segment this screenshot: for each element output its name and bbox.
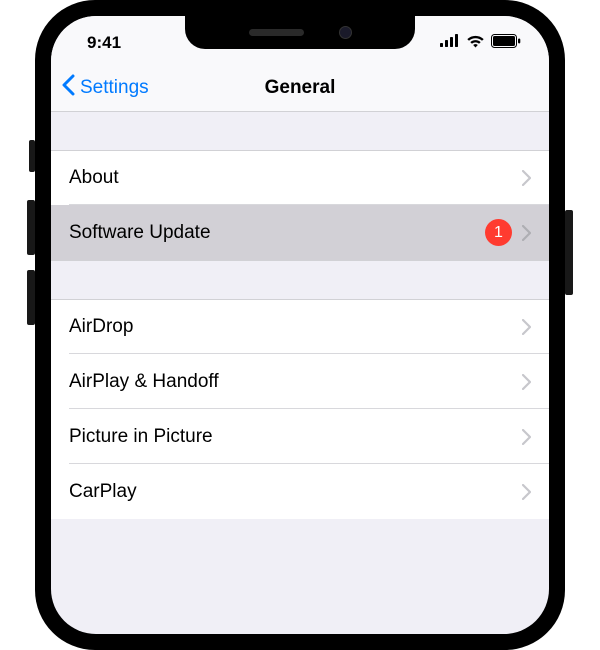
power-button[interactable]	[565, 210, 573, 295]
row-airdrop[interactable]: AirDrop	[51, 299, 549, 354]
chevron-right-icon	[522, 484, 531, 500]
row-airplay-handoff[interactable]: AirPlay & Handoff	[51, 354, 549, 409]
row-label: CarPlay	[69, 481, 522, 503]
battery-icon	[491, 34, 521, 53]
notification-badge: 1	[485, 219, 512, 246]
row-about[interactable]: About	[51, 150, 549, 205]
chevron-left-icon	[61, 74, 76, 102]
chevron-right-icon	[522, 170, 531, 186]
status-time: 9:41	[87, 33, 121, 53]
chevron-right-icon	[522, 319, 531, 335]
back-button[interactable]: Settings	[61, 74, 149, 102]
group-spacer	[51, 112, 549, 150]
row-label: AirPlay & Handoff	[69, 371, 522, 393]
status-icons	[440, 34, 521, 53]
wifi-icon	[466, 34, 485, 53]
row-label: AirDrop	[69, 316, 522, 338]
back-label: Settings	[80, 77, 149, 99]
cellular-icon	[440, 34, 460, 52]
chevron-right-icon	[522, 225, 531, 241]
content: About Software Update 1 AirDrop	[51, 112, 549, 519]
row-label: Picture in Picture	[69, 426, 522, 448]
phone-frame: 9:41	[35, 0, 565, 650]
nav-bar: Settings General	[51, 64, 549, 112]
row-carplay[interactable]: CarPlay	[51, 464, 549, 519]
group-spacer	[51, 261, 549, 299]
speaker-grille	[249, 29, 304, 36]
row-label: About	[69, 167, 522, 189]
volume-up-button[interactable]	[27, 200, 35, 255]
volume-down-button[interactable]	[27, 270, 35, 325]
row-label: Software Update	[69, 222, 485, 244]
notch	[185, 16, 415, 49]
row-software-update[interactable]: Software Update 1	[51, 205, 549, 260]
screen: 9:41	[51, 16, 549, 634]
chevron-right-icon	[522, 374, 531, 390]
row-picture-in-picture[interactable]: Picture in Picture	[51, 409, 549, 464]
page-title: General	[265, 77, 336, 99]
chevron-right-icon	[522, 429, 531, 445]
front-camera	[339, 26, 352, 39]
